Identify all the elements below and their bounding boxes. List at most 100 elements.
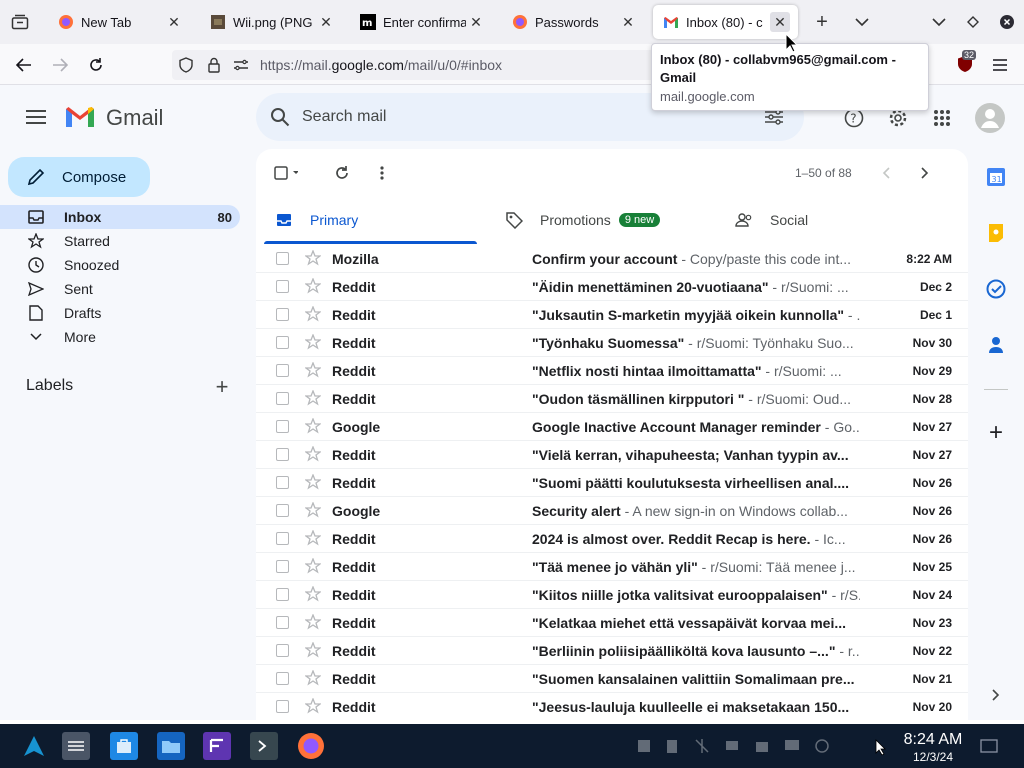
add-addon-icon[interactable]: + <box>986 419 1006 446</box>
star-icon[interactable] <box>304 501 322 519</box>
star-icon[interactable] <box>304 445 322 463</box>
tray-network-icon[interactable] <box>636 738 652 754</box>
lock-icon[interactable] <box>206 56 222 74</box>
system-clock[interactable]: 8:24 AM 12/3/24 <box>898 731 968 764</box>
email-row[interactable]: Reddit "Tää menee jo vähän yli" - r/Suomi… <box>256 553 968 581</box>
tab-list-icon[interactable] <box>10 13 30 31</box>
star-icon[interactable] <box>304 641 322 659</box>
tab-promotions[interactable]: Promotions 9 new <box>504 195 661 245</box>
sidebar-item-inbox[interactable]: Inbox 80 <box>0 205 240 229</box>
star-icon[interactable] <box>304 473 322 491</box>
email-row[interactable]: Reddit "Kiitos niille jotka valitsivat eu… <box>256 581 968 609</box>
site-permissions-icon[interactable] <box>232 57 250 73</box>
window-close-icon[interactable] <box>997 12 1017 32</box>
star-icon[interactable] <box>304 305 322 323</box>
gmail-logo-icon[interactable] <box>64 105 96 129</box>
close-icon[interactable]: ✕ <box>618 12 638 32</box>
tray-clipboard-icon[interactable] <box>664 738 680 754</box>
close-icon[interactable]: ✕ <box>466 12 486 32</box>
email-row[interactable]: Google Google Inactive Account Manager re… <box>256 413 968 441</box>
file-manager-icon[interactable] <box>157 732 185 760</box>
star-icon[interactable] <box>304 585 322 603</box>
chevron-right-icon[interactable] <box>986 685 1006 705</box>
hamburger-menu-icon[interactable] <box>990 56 1010 74</box>
account-avatar[interactable] <box>973 101 1007 135</box>
sidebar-item-starred[interactable]: Starred <box>0 229 240 253</box>
email-row[interactable]: Reddit "Vielä kerran, vihapuheesta; Vanha… <box>256 441 968 469</box>
chevron-down-icon[interactable] <box>852 13 872 31</box>
back-arrow-icon[interactable] <box>11 52 37 78</box>
tab-primary[interactable]: Primary <box>274 195 358 245</box>
star-icon[interactable] <box>304 529 322 547</box>
email-row[interactable]: Reddit "Jeesus-lauluja kuulleelle ei maks… <box>256 693 968 720</box>
tray-display-icon[interactable] <box>724 738 740 754</box>
close-icon[interactable]: ✕ <box>316 12 336 32</box>
star-icon[interactable] <box>304 249 322 267</box>
email-row[interactable]: Reddit "Netflix nosti hintaa ilmoittamatt… <box>256 357 968 385</box>
tab-passwords[interactable]: Passwords ✕ <box>502 5 646 39</box>
row-checkbox[interactable] <box>276 504 289 517</box>
row-checkbox[interactable] <box>276 532 289 545</box>
tray-bluetooth-icon[interactable] <box>694 738 710 754</box>
row-checkbox[interactable] <box>276 560 289 573</box>
apps-grid-icon[interactable] <box>931 107 953 129</box>
search-icon[interactable] <box>268 105 292 129</box>
keep-icon[interactable] <box>986 223 1006 243</box>
star-icon[interactable] <box>304 669 322 687</box>
star-icon[interactable] <box>304 557 322 575</box>
sidebar-item-drafts[interactable]: Drafts <box>0 301 240 325</box>
row-checkbox[interactable] <box>276 476 289 489</box>
star-icon[interactable] <box>304 361 322 379</box>
diamond-icon[interactable] <box>963 13 983 31</box>
tab-gmail-inbox[interactable]: Inbox (80) - c ✕ <box>653 5 798 39</box>
row-checkbox[interactable] <box>276 672 289 685</box>
star-icon[interactable] <box>304 389 322 407</box>
email-row[interactable]: Mozilla Confirm your account - Copy/paste… <box>256 245 968 273</box>
row-checkbox[interactable] <box>276 420 289 433</box>
sidebar-item-snoozed[interactable]: Snoozed <box>0 253 240 277</box>
tab-enter-confirmation[interactable]: m Enter confirma ✕ <box>350 5 494 39</box>
main-menu-icon[interactable] <box>24 107 48 127</box>
tab-new-tab[interactable]: New Tab ✕ <box>48 5 192 39</box>
sidebar-item-sent[interactable]: Sent <box>0 277 240 301</box>
arch-launcher-icon[interactable] <box>20 732 48 760</box>
email-row[interactable]: Google Security alert - A new sign-in on … <box>256 497 968 525</box>
row-checkbox[interactable] <box>276 588 289 601</box>
close-icon[interactable]: ✕ <box>164 12 184 32</box>
search-input[interactable]: Search mail <box>302 108 386 126</box>
calendar-icon[interactable]: 31 <box>986 167 1006 187</box>
firefox-taskbar-icon[interactable] <box>297 732 325 760</box>
row-checkbox[interactable] <box>276 336 289 349</box>
store-app-icon[interactable] <box>110 732 138 760</box>
tasks-icon[interactable] <box>986 279 1006 299</box>
chevron-down-icon[interactable] <box>929 13 949 31</box>
sidebar-item-more[interactable]: More <box>0 325 240 349</box>
row-checkbox[interactable] <box>276 392 289 405</box>
refresh-icon[interactable] <box>330 163 354 183</box>
email-row[interactable]: Reddit "Kelatkaa miehet että vessapäivät … <box>256 609 968 637</box>
settings-app-icon[interactable] <box>62 732 90 760</box>
newer-page-icon[interactable] <box>913 163 937 183</box>
close-icon[interactable]: ✕ <box>770 12 790 32</box>
email-row[interactable]: Reddit "Juksautin S-marketin myyjää oikei… <box>256 301 968 329</box>
row-checkbox[interactable] <box>276 280 289 293</box>
row-checkbox[interactable] <box>276 252 289 265</box>
tab-wii-png[interactable]: Wii.png (PNG I ✕ <box>200 5 344 39</box>
star-icon[interactable] <box>304 697 322 715</box>
tray-storage-icon[interactable] <box>754 738 770 754</box>
shield-icon[interactable] <box>178 57 194 73</box>
more-vert-icon[interactable] <box>370 163 394 183</box>
star-icon[interactable] <box>304 333 322 351</box>
tray-power-icon[interactable] <box>814 738 830 754</box>
compose-button[interactable]: Compose <box>8 157 150 197</box>
tray-monitor-icon[interactable] <box>784 738 800 754</box>
row-checkbox[interactable] <box>276 644 289 657</box>
star-icon[interactable] <box>304 613 322 631</box>
add-label-icon[interactable]: + <box>212 374 232 399</box>
row-checkbox[interactable] <box>276 616 289 629</box>
star-icon[interactable] <box>304 277 322 295</box>
terminal-icon[interactable] <box>250 732 278 760</box>
reload-icon[interactable] <box>83 52 109 78</box>
email-row[interactable]: Reddit "Suomi päätti koulutuksesta virhee… <box>256 469 968 497</box>
email-row[interactable]: Reddit "Suomen kansalainen valittiin Soma… <box>256 665 968 693</box>
